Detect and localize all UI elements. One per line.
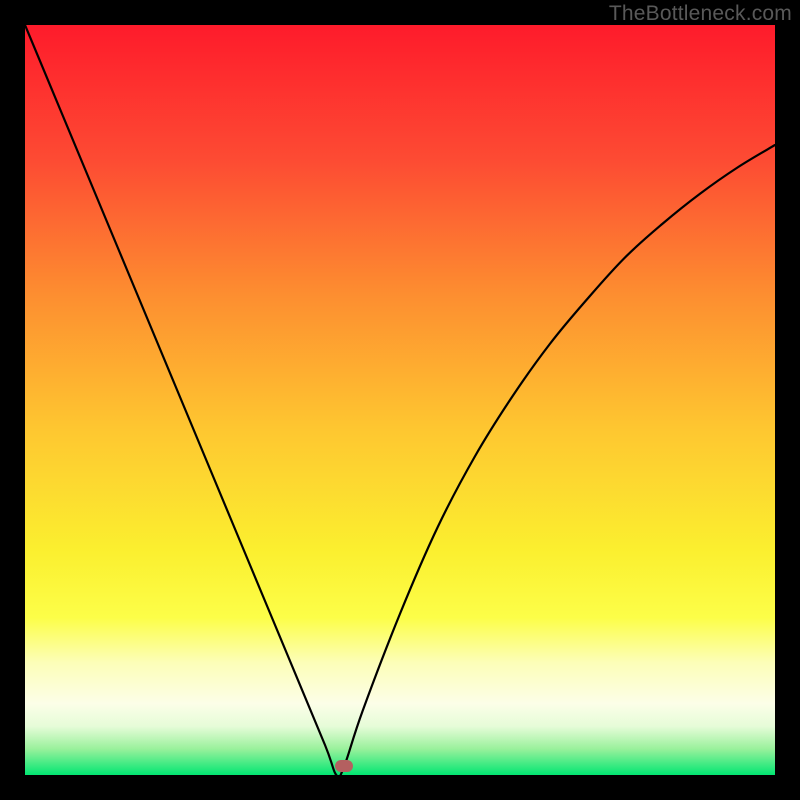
watermark-text: TheBottleneck.com bbox=[609, 2, 792, 26]
plot-area bbox=[25, 25, 775, 775]
bottleneck-curve bbox=[25, 25, 775, 775]
optimum-marker bbox=[335, 760, 353, 772]
chart-frame: TheBottleneck.com bbox=[0, 0, 800, 800]
curve-path bbox=[25, 25, 775, 775]
